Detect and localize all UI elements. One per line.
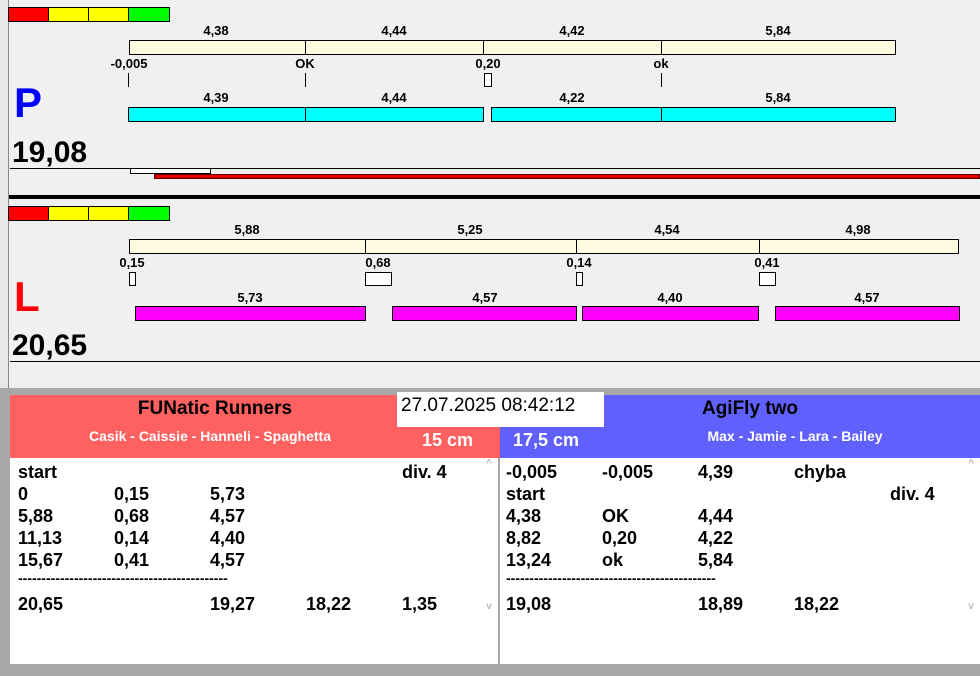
panel-divider [9,195,980,199]
p-top-segment [483,40,662,55]
p-tick [305,73,306,87]
l-mid-label: 0,68 [365,255,391,270]
l-run-bar [135,306,366,321]
list-row: start div. 4 [506,484,935,504]
l-top-segment [129,239,366,254]
p-top-label: 4,38 [203,23,229,38]
p-fault-box [484,73,492,87]
p-run-bar [661,107,896,122]
l-top-label: 5,88 [234,222,260,237]
right-team-height: 17,5 cm [513,430,580,450]
l-fault-box [129,272,136,286]
list-row: 0 0,15 5,73 [18,484,246,504]
l-fault-box [759,272,776,286]
l-top-segment [759,239,959,254]
p-run-bar [128,107,306,122]
status-red [8,206,49,221]
right-team-name: AgiFly two [701,398,799,419]
l-mid-label: 0,41 [754,255,780,270]
l-top-label: 5,25 [457,222,483,237]
list-row: 8,82 0,20 4,22 [506,528,734,548]
l-top-label: 4,98 [845,222,871,237]
list-row: 13,24 ok 5,84 [506,550,734,570]
p-mid-label: -0,005 [110,56,148,71]
p-letter: P [14,79,43,126]
list-row: -0,005 -0,005 4,39 chyba [506,462,847,482]
p-time-bar [154,174,980,179]
l-top-label: 4,54 [654,222,680,237]
p-top-segment [661,40,896,55]
p-total: 19,08 [12,136,88,169]
p-top-label: 5,84 [765,23,791,38]
list-row: start div. 4 [18,462,447,482]
p-run-bar [491,107,662,122]
list-row: 5,88 0,68 4,57 [18,506,246,526]
l-top-segment [576,239,760,254]
p-top-segment [305,40,484,55]
left-results-list[interactable]: ^ v start div. 4 0 0,15 5,73 5,88 0,68 4,57 11… [10,458,498,664]
l-bar-label: 4,40 [657,290,683,305]
l-total: 20,65 [12,329,88,362]
l-bar-label: 4,57 [854,290,880,305]
p-run-bar [305,107,484,122]
status-red [8,7,49,22]
totals-row: 20,65 19,27 18,22 1,35 [18,594,438,614]
right-results-list[interactable]: ^ v -0,005 -0,005 4,39 chyba start div. 4 4,3… [500,458,980,664]
p-top-segment [129,40,306,55]
l-mid-label: 0,15 [119,255,145,270]
l-top-segment [365,239,577,254]
separator: ----------------------------------------… [506,570,716,586]
left-team-height: 15 cm [422,430,474,450]
list-row: 4,38 OK 4,44 [506,506,734,526]
p-tick [661,73,662,87]
p-mid-label: 0,20 [475,56,501,71]
l-letter: L [14,273,40,320]
p-bar-label: 4,22 [559,90,585,105]
totals-row: 19,08 18,89 18,22 [506,594,840,614]
p-mid-label: ok [653,56,669,71]
separator: ----------------------------------------… [18,570,228,586]
p-tick [128,73,129,87]
status-green [128,206,170,221]
status-green [128,7,170,22]
status-yellow [48,206,89,221]
l-bar-label: 4,57 [472,290,498,305]
l-fault-box [365,272,392,286]
status-yellow [48,7,89,22]
p-bar-label: 5,84 [765,90,791,105]
p-top-label: 4,42 [559,23,585,38]
l-fault-box [576,272,583,286]
datetime: 27.07.2025 08:42:12 [397,392,604,427]
p-top-label: 4,44 [381,23,407,38]
right-team-dogs: Max - Jamie - Lara - Bailey [707,428,883,444]
l-bar-label: 5,73 [237,290,263,305]
left-team-dogs: Casik - Caissie - Hanneli - Spaghetta [89,428,331,444]
list-row: 15,67 0,41 4,57 [18,550,246,570]
p-mid-label: OK [295,56,315,71]
list-row: 11,13 0,14 4,40 [18,528,246,548]
l-run-bar [392,306,577,321]
left-team-name: FUNatic Runners [137,398,293,419]
status-yellow [88,206,129,221]
l-run-bar [582,306,759,321]
l-progress-line [10,361,980,362]
status-yellow [88,7,129,22]
l-run-bar [775,306,960,321]
p-bar-label: 4,44 [381,90,407,105]
p-bar-label: 4,39 [203,90,229,105]
p-panel [9,0,980,196]
left-frame-border [0,0,9,390]
l-mid-label: 0,14 [566,255,592,270]
